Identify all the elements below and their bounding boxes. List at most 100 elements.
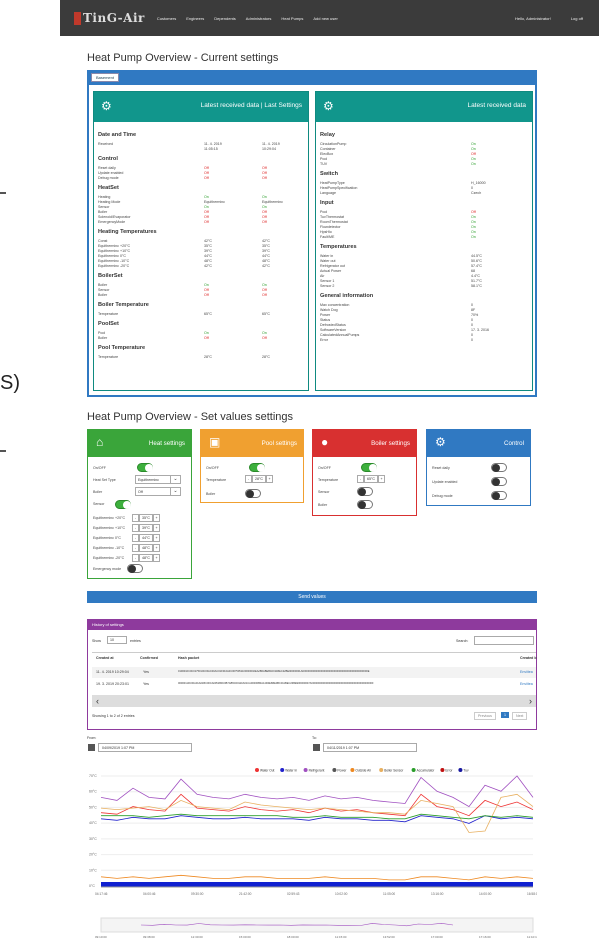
next-button[interactable]: Next <box>512 712 528 720</box>
row-value: Czech <box>471 191 482 195</box>
brand-logo[interactable]: TinG-Air <box>74 11 145 25</box>
card-title: Boiler settings <box>371 440 410 447</box>
minus-icon[interactable]: - <box>245 475 252 483</box>
equitherm-label: Equitherminc -20°C <box>93 556 125 560</box>
plus-icon[interactable]: + <box>153 534 160 542</box>
stepper-value: 28°C <box>252 475 266 483</box>
heat-type-label: Heat Set Type <box>93 478 116 482</box>
minus-icon[interactable]: - <box>132 554 139 562</box>
col-created-by[interactable]: Created b <box>520 656 537 660</box>
minus-icon[interactable]: - <box>132 514 139 522</box>
boiler-boiler-toggle[interactable] <box>357 500 373 509</box>
entries-select[interactable]: 10 <box>107 636 127 644</box>
calendar-icon[interactable] <box>88 744 95 751</box>
heat-onoff-toggle[interactable] <box>137 463 153 472</box>
equitherm-stepper[interactable]: -35°C + <box>132 514 160 522</box>
legend-item[interactable]: Water Out <box>260 769 275 773</box>
scroll-left-icon[interactable]: ‹ <box>96 695 99 707</box>
nav-link[interactable]: Customers <box>157 16 176 21</box>
section-heading: Pool Temperature <box>98 345 146 351</box>
left-tick <box>0 450 6 452</box>
row-value: On <box>471 147 476 151</box>
update-enabled-toggle[interactable] <box>491 477 507 486</box>
calendar-icon[interactable] <box>313 744 320 751</box>
previous-button[interactable]: Previous <box>474 712 496 720</box>
row-label: Boiler <box>98 210 108 214</box>
page-1-button[interactable]: 1 <box>501 712 509 718</box>
plus-icon[interactable]: + <box>266 475 273 483</box>
setting-value: Off <box>262 166 267 170</box>
legend-item[interactable]: Error <box>445 769 453 773</box>
user-greeting[interactable]: Hello, Administrator! <box>515 16 551 21</box>
equitherm-stepper[interactable]: -39°C + <box>132 524 160 532</box>
plus-icon[interactable]: + <box>153 524 160 532</box>
tab-basement[interactable]: Basement <box>91 73 119 82</box>
card-title: Heat settings <box>148 440 185 447</box>
reset-daily-toggle[interactable] <box>491 463 507 472</box>
plus-icon[interactable]: + <box>153 544 160 552</box>
row-label: Status <box>320 318 331 322</box>
plus-icon[interactable]: + <box>153 514 160 522</box>
nav-link[interactable]: Heat Pumps <box>281 16 303 21</box>
boiler-onoff-toggle[interactable] <box>361 463 377 472</box>
boiler-sensor-toggle[interactable] <box>357 487 373 496</box>
equitherm-stepper[interactable]: -48°C + <box>132 544 160 552</box>
divider <box>92 652 536 653</box>
col-confirmed[interactable]: Confirmed <box>140 656 158 660</box>
minus-icon[interactable]: - <box>357 475 364 483</box>
send-values-button[interactable]: Send values <box>87 591 537 603</box>
minus-icon[interactable]: - <box>132 544 139 552</box>
row-label: Air <box>320 274 325 278</box>
legend-item[interactable]: Boiler Sensor <box>384 769 404 773</box>
row-value: 57.4°C <box>471 264 483 268</box>
col-hash-packet[interactable]: Hash packet <box>178 656 199 660</box>
legend-marker <box>280 768 285 772</box>
legend-item[interactable]: Outside Air <box>355 769 372 773</box>
nav-link[interactable]: Dependents <box>214 16 236 21</box>
nav-tick-label: 09:38:00 <box>143 935 155 939</box>
last-value: 39°C <box>204 249 213 253</box>
pool-temp-stepper[interactable]: -28°C + <box>245 475 273 483</box>
nav-link[interactable]: Administrators <box>246 16 272 21</box>
legend-item[interactable]: Refrigerant <box>309 769 325 773</box>
setting-value: On <box>262 195 267 199</box>
equitherm-stepper[interactable]: -48°C + <box>132 554 160 562</box>
boiler-select[interactable]: Off ⌄ <box>135 487 181 496</box>
row-label: ElecBox <box>320 152 334 156</box>
logoff-link[interactable]: Log off <box>571 16 583 21</box>
pool-icon: ▣ <box>209 435 221 449</box>
heat-sensor-toggle[interactable] <box>115 500 131 509</box>
last-value: Off <box>204 288 209 292</box>
plus-icon[interactable]: + <box>378 475 385 483</box>
row-label: Sensor <box>98 205 110 209</box>
col-created-at[interactable]: Created at <box>96 656 114 660</box>
horizontal-scrollbar[interactable]: ‹ › <box>92 695 536 707</box>
legend-item[interactable]: Water In <box>285 769 297 773</box>
emergency-toggle[interactable] <box>127 564 143 573</box>
heat-type-select[interactable]: Equitherminc ⌄ <box>135 475 181 484</box>
boiler-temp-stepper[interactable]: -65°C + <box>357 475 385 483</box>
scroll-right-icon[interactable]: › <box>529 695 532 707</box>
reset-daily-label: Reset daily <box>432 466 450 470</box>
row-label: HeatPumpType <box>320 181 345 185</box>
debug-mode-toggle[interactable] <box>491 491 507 500</box>
legend-item[interactable]: Power <box>337 769 347 773</box>
pool-boiler-toggle[interactable] <box>245 489 261 498</box>
legend-marker <box>332 768 337 772</box>
legend-item[interactable]: Accumulator <box>417 769 436 773</box>
row-label: Reset daily <box>98 166 116 170</box>
pool-onoff-toggle[interactable] <box>249 463 265 472</box>
to-date-input[interactable]: 04/11/2019 1:07 PM <box>323 743 417 752</box>
select-value: 10 <box>110 638 114 642</box>
nav-link[interactable]: Engineers <box>186 16 204 21</box>
equitherm-stepper[interactable]: -44°C + <box>132 534 160 542</box>
from-date-input[interactable]: 04/09/2019 1:07 PM <box>98 743 192 752</box>
row-label: CirculationPump <box>320 142 347 146</box>
minus-icon[interactable]: - <box>132 534 139 542</box>
legend-item[interactable]: Tuv <box>463 769 469 773</box>
stepper-value: 48°C <box>139 554 153 562</box>
search-input[interactable] <box>474 636 534 645</box>
nav-link[interactable]: Add new user <box>313 16 337 21</box>
minus-icon[interactable]: - <box>132 524 139 532</box>
plus-icon[interactable]: + <box>153 554 160 562</box>
